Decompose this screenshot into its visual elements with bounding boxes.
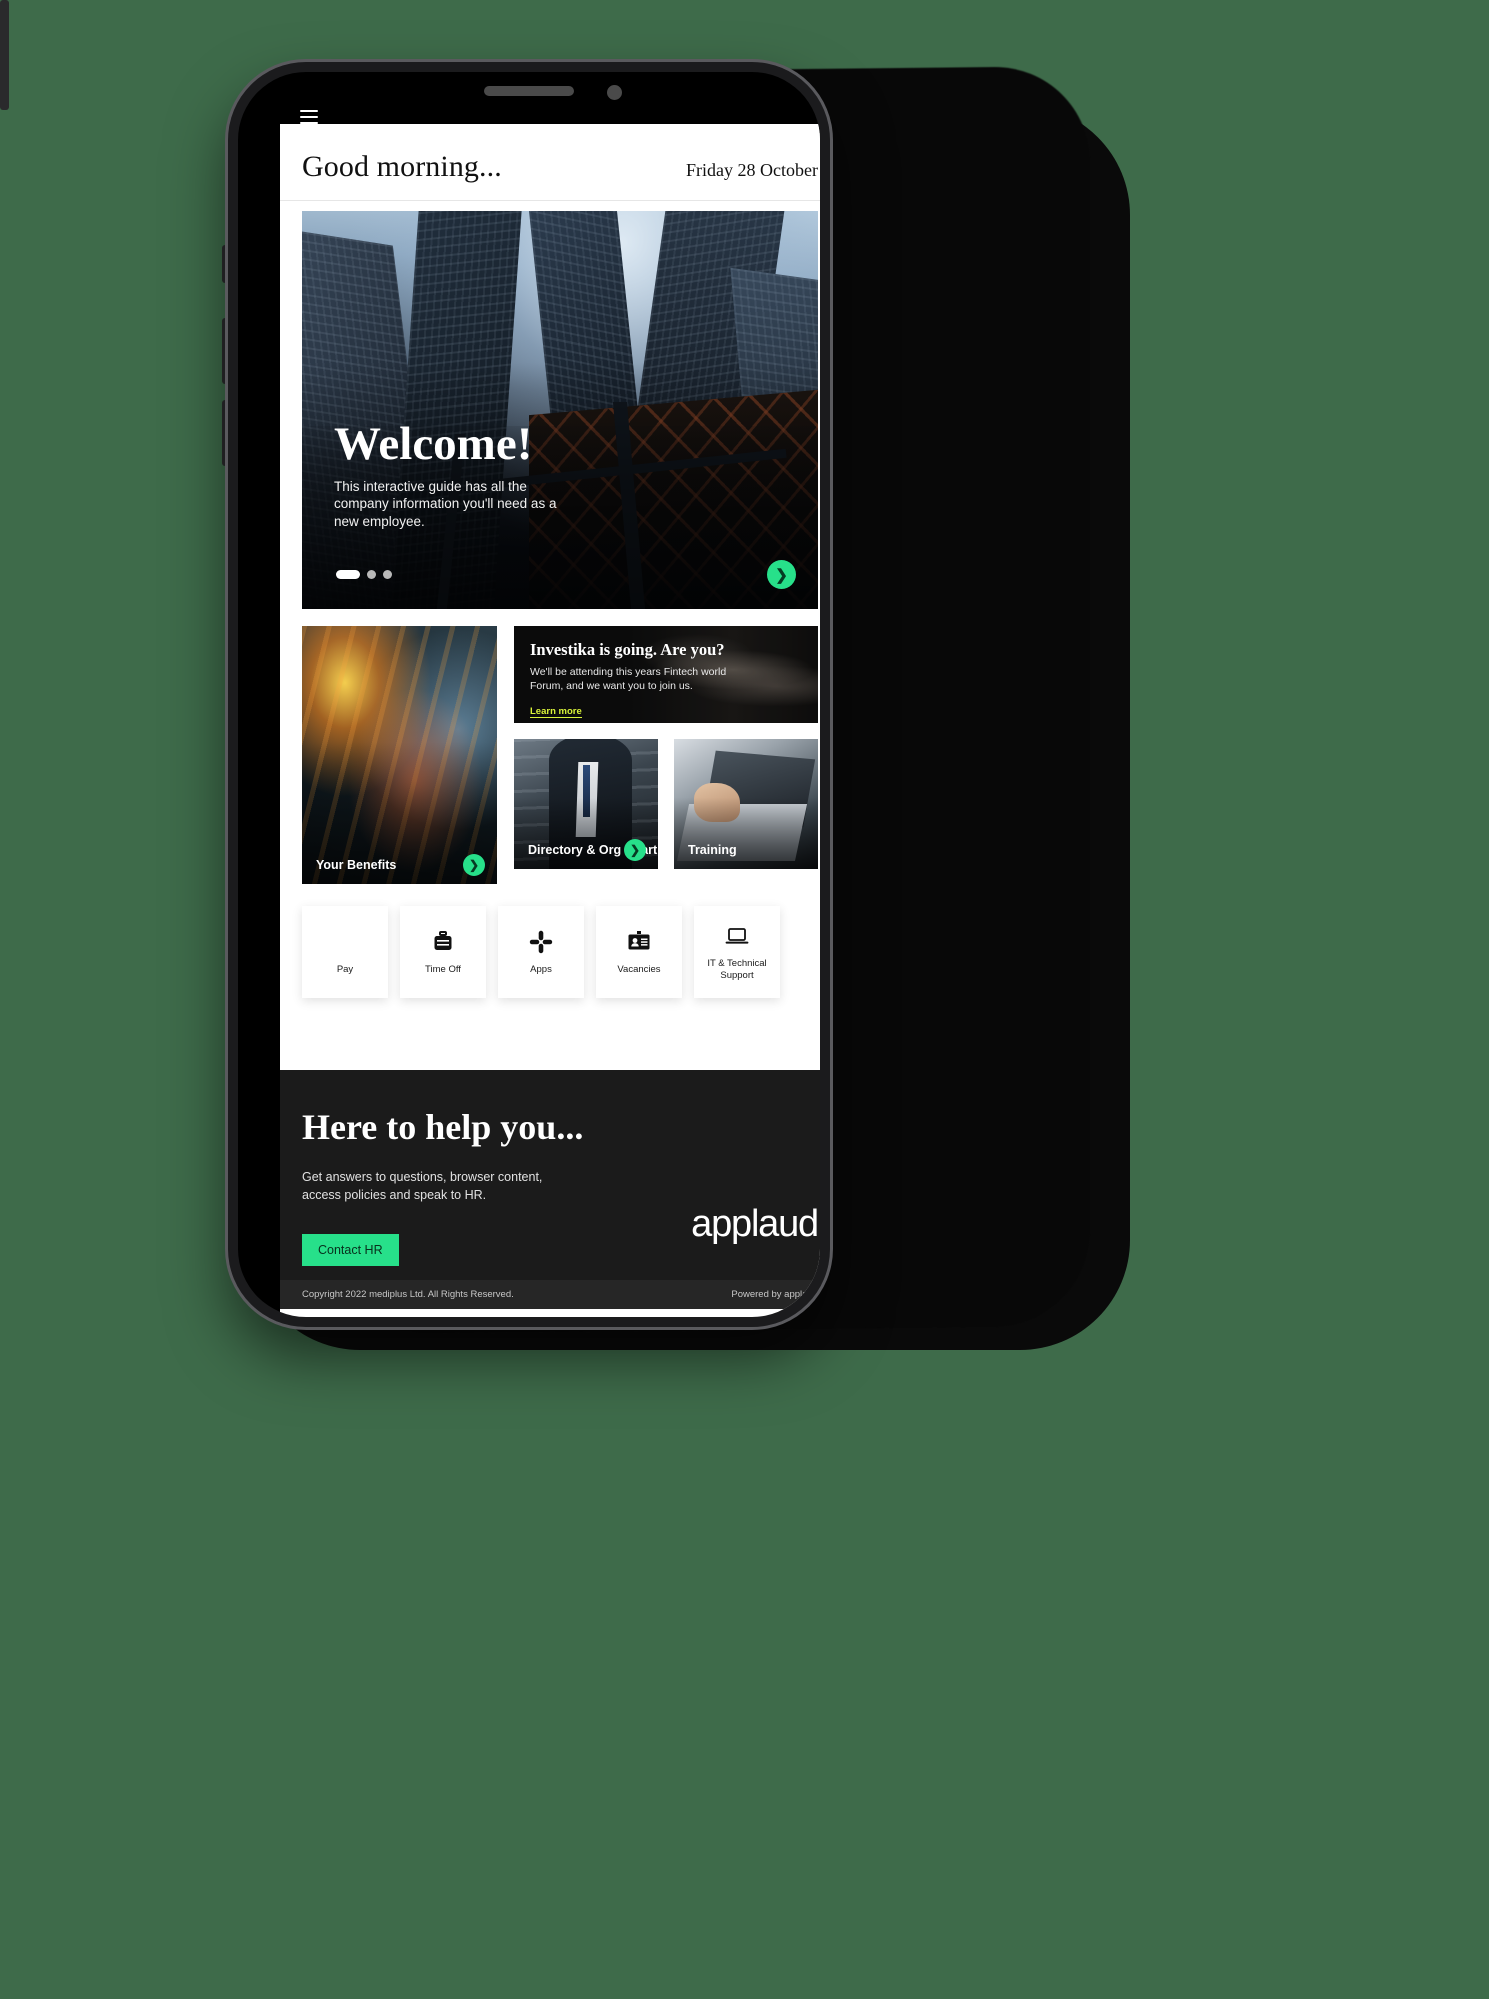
card-arrow-icon[interactable]: ❯ [463,854,485,876]
grid-right-column: Investika is going. Are you? We'll be at… [514,626,818,884]
applaud-logo: applaud [691,1203,819,1246]
suitcase-icon [430,929,456,955]
card-label: Your Benefits [316,858,397,872]
slack-icon [528,929,554,955]
quicklink-pay[interactable]: Pay [302,906,388,998]
hero-text-block: Welcome! This interactive guide has all … [334,417,574,531]
phone-device: Good morning... Friday 28 October Welcom… [228,62,830,1327]
quicklink-label: IT & Technical Support [707,958,767,981]
copyright-text: Copyright 2022 mediplus Ltd. All Rights … [302,1289,514,1301]
hero-banner[interactable]: Welcome! This interactive guide has all … [302,211,818,609]
app-screen: Good morning... Friday 28 October Welcom… [280,124,820,1317]
contact-hr-button[interactable]: Contact HR [302,1234,399,1267]
investika-title: Investika is going. Are you? [530,640,725,659]
carousel-dot-2[interactable] [367,570,376,579]
current-date: Friday 28 October [686,160,818,180]
card-arrow-icon[interactable]: ❯ [624,839,646,861]
id-badge-icon [626,929,652,955]
investika-subtitle: We'll be attending this years Fintech wo… [530,666,727,693]
carousel-next-button[interactable]: ❯ [767,560,796,589]
phone-bezel: Good morning... Friday 28 October Welcom… [238,72,820,1317]
quicklink-label: Time Off [425,963,461,975]
card-your-benefits[interactable]: Your Benefits ❯ [302,626,497,884]
carousel-pagination[interactable] [336,570,392,579]
learn-more-link[interactable]: Learn more [530,706,582,719]
quicklink-label: Pay [336,963,354,975]
investika-body: Investika is going. Are you? We'll be at… [514,626,818,723]
hero-subtitle: This interactive guide has all the compa… [334,478,557,530]
phone-notch [379,72,679,116]
quicklinks-row: Pay Time Off Apps Vacancies IT & Technic… [302,906,818,1004]
card-gradient [302,626,497,884]
copyright-bar: Copyright 2022 mediplus Ltd. All Rights … [280,1280,820,1310]
main-content: Welcome! This interactive guide has all … [280,201,820,1070]
powered-by-text: Powered by applaud [731,1289,818,1301]
front-camera [607,85,622,100]
carousel-dot-1[interactable] [336,570,360,579]
quicklink-it-support[interactable]: IT & Technical Support [694,906,780,998]
help-footer: Here to help you... Get answers to quest… [280,1070,820,1281]
footer-subtitle: Get answers to questions, browser conten… [302,1170,543,1203]
card-grid: Your Benefits ❯ Investika is going. Are … [302,626,818,884]
quicklink-label: Vacancies [617,963,661,975]
card-investika[interactable]: Investika is going. Are you? We'll be at… [514,626,818,723]
content-spacer [302,1004,818,1070]
page-title: Good morning... [302,150,502,183]
power-button [0,0,9,110]
quicklink-vacancies[interactable]: Vacancies [596,906,682,998]
quicklink-time-off[interactable]: Time Off [400,906,486,998]
card-training[interactable]: Training [674,739,818,869]
screen-corner [280,124,440,144]
hero-title: Welcome! [334,417,533,470]
quicklink-label: Apps [530,963,552,975]
carousel-dot-3[interactable] [383,570,392,579]
coins-icon [332,929,358,955]
quicklink-apps[interactable]: Apps [498,906,584,998]
card-directory-org-chart[interactable]: Directory & Org Chart ❯ [514,739,658,869]
earpiece-speaker [484,86,574,96]
laptop-icon [724,923,750,949]
hamburger-icon[interactable] [300,110,318,124]
grid-left-column: Your Benefits ❯ [302,626,497,884]
footer-title: Here to help you... [302,1107,584,1147]
secondary-card-row: Directory & Org Chart ❯ Training [514,739,818,869]
card-label: Training [688,843,737,857]
hero-overlay [302,211,818,609]
